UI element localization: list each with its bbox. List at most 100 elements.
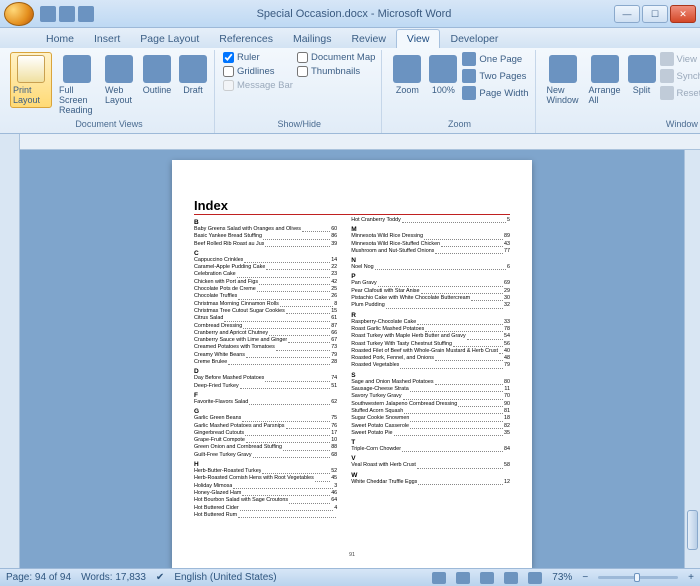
two-pages-button[interactable]: Two Pages bbox=[462, 69, 528, 83]
split-button[interactable]: Split bbox=[628, 52, 656, 98]
zoom-slider[interactable] bbox=[598, 576, 678, 579]
undo-icon[interactable] bbox=[59, 6, 75, 22]
one-page-button[interactable]: One Page bbox=[462, 52, 528, 66]
zoom-button[interactable]: Zoom bbox=[390, 52, 424, 98]
tab-mailings[interactable]: Mailings bbox=[283, 30, 342, 48]
tab-references[interactable]: References bbox=[209, 30, 283, 48]
scrollbar-thumb[interactable] bbox=[687, 510, 698, 550]
tab-home[interactable]: Home bbox=[36, 30, 84, 48]
index-entry: Basic Yankee Bread Stuffing86 bbox=[194, 233, 337, 240]
horizontal-ruler[interactable] bbox=[20, 134, 700, 150]
full-screen-view-icon[interactable] bbox=[456, 572, 470, 584]
tab-page-layout[interactable]: Page Layout bbox=[130, 30, 209, 48]
index-entry: Veal Roast with Herb Crust58 bbox=[351, 462, 510, 469]
view-side-by-side-button: View Side by Side bbox=[660, 52, 700, 66]
document-page[interactable]: Index BBaby Greens Salad with Oranges an… bbox=[172, 160, 532, 568]
draft-icon bbox=[179, 55, 207, 83]
print-layout-button[interactable]: Print Layout bbox=[10, 52, 52, 108]
group-label: Document Views bbox=[10, 118, 208, 131]
language-status[interactable]: English (United States) bbox=[174, 572, 276, 583]
zoom-slider-thumb[interactable] bbox=[634, 573, 640, 582]
tab-developer[interactable]: Developer bbox=[440, 30, 508, 48]
index-entry: Minnesota Wild Rice Dressing89 bbox=[351, 233, 510, 240]
index-letter: S bbox=[351, 372, 510, 379]
outline-view-icon[interactable] bbox=[504, 572, 518, 584]
zoom-out-button[interactable]: − bbox=[582, 572, 588, 583]
index-entry: Cranberry and Apricot Chutney66 bbox=[194, 330, 337, 337]
index-letter: W bbox=[351, 472, 510, 479]
index-entry: Roast Garlic Mashed Potatoes78 bbox=[351, 326, 510, 333]
index-letter: N bbox=[351, 257, 510, 264]
index-entry: Holiday Mimosa3 bbox=[194, 483, 337, 490]
ruler-checkbox[interactable]: Ruler bbox=[223, 52, 293, 63]
redo-icon[interactable] bbox=[78, 6, 94, 22]
group-zoom: Zoom 100% One Page Two Pages Page Width … bbox=[384, 50, 535, 133]
side-by-side-icon bbox=[660, 52, 674, 66]
index-entry: Beef Rolled Rib Roast au Jus39 bbox=[194, 241, 337, 248]
sync-scroll-icon bbox=[660, 69, 674, 83]
index-entry: Southwestern Jalapeno Cornbread Dressing… bbox=[351, 401, 510, 408]
reset-window-position-button: Reset Window Position bbox=[660, 86, 700, 100]
index-entry: Plum Pudding32 bbox=[351, 302, 510, 309]
zoom-100-button[interactable]: 100% bbox=[428, 52, 458, 98]
document-canvas[interactable]: Index BBaby Greens Salad with Oranges an… bbox=[20, 150, 684, 568]
index-entry: Deep-Fried Turkey51 bbox=[194, 383, 337, 390]
zoom-level[interactable]: 73% bbox=[552, 572, 572, 583]
zoom-100-icon bbox=[429, 55, 457, 83]
message-bar-checkbox[interactable]: Message Bar bbox=[223, 80, 293, 91]
arrange-all-button[interactable]: Arrange All bbox=[586, 52, 624, 108]
maximize-button[interactable]: ☐ bbox=[642, 5, 668, 23]
group-window: New Window Arrange All Split View Side b… bbox=[538, 50, 700, 133]
draft-view-icon[interactable] bbox=[528, 572, 542, 584]
page-status[interactable]: Page: 94 of 94 bbox=[6, 572, 71, 583]
document-map-checkbox[interactable]: Document Map bbox=[297, 52, 375, 63]
index-letter: F bbox=[194, 392, 337, 399]
index-entry: Herb-Butter-Roasted Turkey52 bbox=[194, 468, 337, 475]
index-entry: Creamy White Beans79 bbox=[194, 352, 337, 359]
draft-button[interactable]: Draft bbox=[178, 52, 208, 98]
index-entry: Roasted Pork, Fennel, and Onions48 bbox=[351, 355, 510, 362]
office-button[interactable] bbox=[4, 2, 34, 26]
close-button[interactable]: ✕ bbox=[670, 5, 696, 23]
index-column-left: BBaby Greens Salad with Oranges and Oliv… bbox=[194, 217, 337, 519]
web-layout-button[interactable]: Web Layout bbox=[102, 52, 136, 108]
synchronous-scrolling-button: Synchronous Scrolling bbox=[660, 69, 700, 83]
index-entry: Roasted Vegetables79 bbox=[351, 362, 510, 369]
web-layout-view-icon[interactable] bbox=[480, 572, 494, 584]
zoom-icon bbox=[393, 55, 421, 83]
quick-access-toolbar bbox=[40, 6, 94, 22]
page-number: 91 bbox=[172, 552, 532, 558]
index-entry: Sweet Potato Pie35 bbox=[351, 430, 510, 437]
save-icon[interactable] bbox=[40, 6, 56, 22]
index-letter: D bbox=[194, 368, 337, 375]
tab-insert[interactable]: Insert bbox=[84, 30, 130, 48]
gridlines-checkbox[interactable]: Gridlines bbox=[223, 66, 293, 77]
index-entry: Gingerbread Cutouts17 bbox=[194, 430, 337, 437]
full-screen-reading-button[interactable]: Full Screen Reading bbox=[56, 52, 98, 118]
spellcheck-icon[interactable]: ✔ bbox=[156, 572, 164, 583]
index-entry: Creamed Potatoes with Tomatoes73 bbox=[194, 344, 337, 351]
reading-icon bbox=[63, 55, 91, 83]
ribbon-tabs: Home Insert Page Layout References Maili… bbox=[0, 28, 700, 48]
tab-view[interactable]: View bbox=[396, 29, 441, 48]
index-entry: Hot Bourbon Salad with Sage Croutons64 bbox=[194, 497, 337, 504]
zoom-in-button[interactable]: + bbox=[688, 572, 694, 583]
vertical-scrollbar[interactable] bbox=[684, 150, 700, 568]
status-bar: Page: 94 of 94 Words: 17,833 ✔ English (… bbox=[0, 568, 700, 586]
tab-review[interactable]: Review bbox=[341, 30, 395, 48]
thumbnails-checkbox[interactable]: Thumbnails bbox=[297, 66, 375, 77]
index-entry: Sausage-Cheese Strata11 bbox=[351, 386, 510, 393]
index-entry: Cornbread Dressing87 bbox=[194, 323, 337, 330]
minimize-button[interactable]: — bbox=[614, 5, 640, 23]
new-window-button[interactable]: New Window bbox=[544, 52, 582, 108]
index-letter: T bbox=[351, 439, 510, 446]
vertical-ruler[interactable] bbox=[0, 134, 20, 568]
page-width-button[interactable]: Page Width bbox=[462, 86, 528, 100]
index-entry: Honey-Glazed Ham46 bbox=[194, 490, 337, 497]
word-count[interactable]: Words: 17,833 bbox=[81, 572, 146, 583]
web-layout-icon bbox=[105, 55, 133, 83]
print-layout-view-icon[interactable] bbox=[432, 572, 446, 584]
index-entry: Day Before Mashed Potatoes74 bbox=[194, 375, 337, 382]
outline-button[interactable]: Outline bbox=[140, 52, 174, 98]
index-entry: Favorite-Flavors Salad62 bbox=[194, 399, 337, 406]
